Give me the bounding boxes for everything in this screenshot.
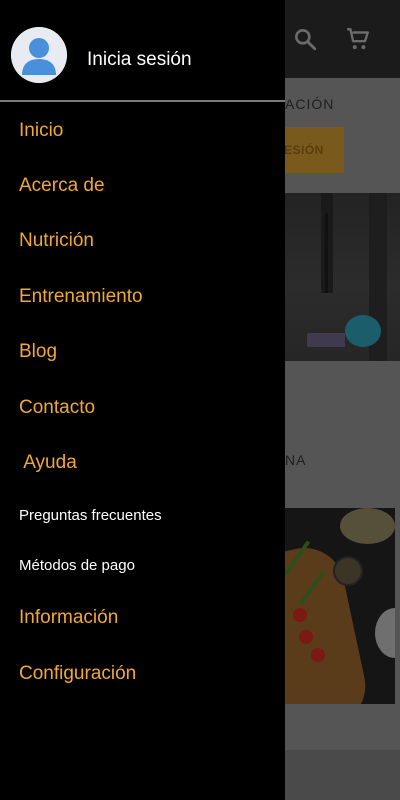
menu-item-label: Entrenamiento [19,286,143,307]
menu-item-entrenamiento[interactable]: Entrenamiento [0,278,285,318]
menu-item-label: Preguntas frecuentes [19,507,162,524]
drawer-header[interactable]: Inicia sesión [0,0,285,100]
menu-item-configuracion[interactable]: Configuración [0,655,285,695]
search-icon[interactable] [292,26,318,52]
menu-item-label: Contacto [19,397,96,418]
menu-item-preguntas-frecuentes[interactable]: Preguntas frecuentes [0,497,285,537]
cart-icon[interactable] [345,26,371,52]
menu-item-contacto[interactable]: Contacto [0,389,285,429]
menu-item-label: Blog [19,341,58,362]
menu-item-label: Inicio [19,120,64,141]
gym-image [285,193,400,361]
menu-item-nutricion[interactable]: Nutrición [0,222,285,262]
menu-item-acerca-de[interactable]: Acerca de [0,167,285,207]
menu-item-label: Configuración [19,663,137,684]
menu-item-metodos-de-pago[interactable]: Métodos de pago [0,547,285,587]
menu-item-blog[interactable]: Blog [0,333,285,373]
background-button-label: ESIÓN [284,143,324,157]
menu-item-label: Acerca de [19,175,105,196]
food-image [285,508,395,704]
menu-item-label: Nutrición [19,230,94,251]
background-section-title: ACIÓN [285,96,335,112]
navigation-drawer: Inicia sesión Inicio Acerca de Nutrición… [0,0,285,800]
user-avatar-icon[interactable] [11,27,67,83]
menu-item-ayuda[interactable]: Ayuda [0,444,285,484]
menu-item-label: Información [19,607,119,628]
menu-item-label: Métodos de pago [19,557,135,574]
background-section-title-2: NA [285,452,307,468]
login-link[interactable]: Inicia sesión [87,49,192,71]
drawer-divider [0,100,285,102]
background-bottom-card [285,750,400,800]
menu-item-inicio[interactable]: Inicio [0,112,285,152]
menu-item-informacion[interactable]: Información [0,599,285,639]
menu-item-label: Ayuda [19,452,77,473]
